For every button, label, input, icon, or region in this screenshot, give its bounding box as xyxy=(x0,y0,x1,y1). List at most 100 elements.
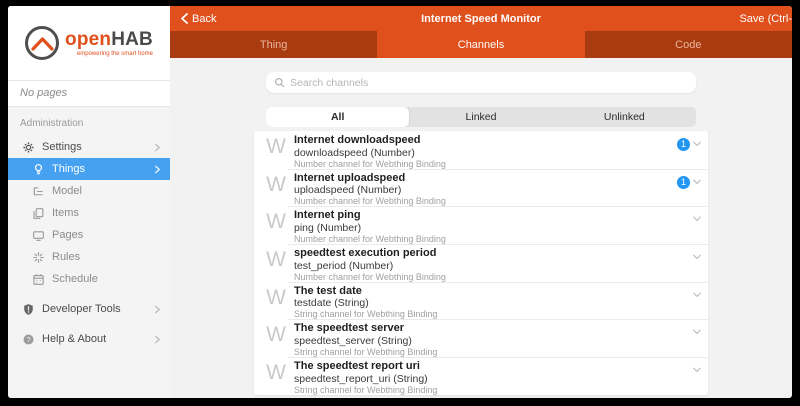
brand-tagline: empowering the smart home xyxy=(65,51,153,57)
monitor-icon xyxy=(32,229,45,242)
channel-texts: The speedtest report urispeedtest_report… xyxy=(290,360,692,395)
chevron-down-icon[interactable] xyxy=(692,252,702,262)
sidebar-item-settings[interactable]: Settings xyxy=(8,136,170,158)
search-bar[interactable] xyxy=(266,72,696,93)
channel-texts: The speedtest serverspeedtest_server (St… xyxy=(290,322,692,357)
chevron-down-icon[interactable] xyxy=(692,177,702,187)
shield-icon xyxy=(22,303,35,316)
channel-title: Internet ping xyxy=(294,209,692,222)
sidebar-item-label: Developer Tools xyxy=(42,303,146,315)
sidebar-item-model[interactable]: Model xyxy=(8,180,170,202)
content-area: AllLinkedUnlinked WInternet downloadspee… xyxy=(170,58,792,398)
channel-row-test-period[interactable]: Wspeedtest execution periodtest_period (… xyxy=(254,244,708,282)
channel-texts: speedtest execution periodtest_period (N… xyxy=(290,247,692,282)
channel-row-speedtest-server[interactable]: WThe speedtest serverspeedtest_server (S… xyxy=(254,319,708,357)
sidebar-item-items[interactable]: Items xyxy=(8,202,170,224)
page-title: Internet Speed Monitor xyxy=(170,13,792,25)
search-icon xyxy=(274,77,285,88)
channel-row-downloadspeed[interactable]: WInternet downloadspeeddownloadspeed (Nu… xyxy=(254,131,708,169)
channel-title: Internet downloadspeed xyxy=(294,134,677,147)
segment-unlinked[interactable]: Unlinked xyxy=(553,107,696,127)
channel-row-controls xyxy=(692,360,702,395)
channel-row-controls xyxy=(692,209,702,244)
sidebar-item-label: Model xyxy=(52,185,162,197)
sidebar-item-developer-tools[interactable]: Developer Tools xyxy=(8,298,170,320)
chevron-down-icon[interactable] xyxy=(692,327,702,337)
channel-binding-icon: W xyxy=(262,322,290,357)
channels-list: WInternet downloadspeeddownloadspeed (Nu… xyxy=(254,131,708,395)
channel-id: testdate (String) xyxy=(294,297,692,309)
channel-row-ping[interactable]: WInternet pingping (Number)Number channe… xyxy=(254,206,708,244)
no-pages-label: No pages xyxy=(8,80,170,107)
channel-binding-icon: W xyxy=(262,247,290,282)
chevron-down-icon[interactable] xyxy=(692,214,702,224)
save-button[interactable]: Save (Ctrl- xyxy=(739,13,792,25)
calendar-icon xyxy=(32,273,45,286)
topbar: Back Internet Speed Monitor Save (Ctrl- xyxy=(170,6,792,31)
linked-items-count-badge: 1 xyxy=(677,138,690,151)
chevron-right-icon xyxy=(153,335,162,344)
chevron-right-icon xyxy=(153,143,162,152)
channel-binding-icon: W xyxy=(262,209,290,244)
channel-title: speedtest execution period xyxy=(294,247,692,260)
channel-row-controls: 1 xyxy=(677,134,702,169)
link-filter-segmented-control: AllLinkedUnlinked xyxy=(266,107,696,127)
channel-row-controls xyxy=(692,322,702,357)
openhab-logo: openHAB empowering the smart home xyxy=(8,6,170,80)
channel-id: speedtest_report_uri (String) xyxy=(294,373,692,385)
channel-row-speedtest-report-uri[interactable]: WThe speedtest report urispeedtest_repor… xyxy=(254,357,708,395)
chevron-down-icon[interactable] xyxy=(692,365,702,375)
channel-title: The speedtest report uri xyxy=(294,360,692,373)
chevron-down-icon[interactable] xyxy=(692,290,702,300)
spark-icon xyxy=(32,251,45,264)
administration-section-label: Administration xyxy=(8,107,170,136)
bulb-icon xyxy=(32,163,45,176)
channel-texts: Internet downloadspeeddownloadspeed (Num… xyxy=(290,134,677,169)
channel-title: Internet uploadspeed xyxy=(294,172,677,185)
back-chevron-icon xyxy=(180,13,189,24)
app-window: openHAB empowering the smart home No pag… xyxy=(8,6,792,398)
segment-linked[interactable]: Linked xyxy=(409,107,552,127)
brand-open: open xyxy=(65,29,111,50)
channel-description: String channel for Webthing Binding xyxy=(294,385,692,395)
channel-row-testdate[interactable]: WThe test datetestdate (String)String ch… xyxy=(254,282,708,320)
sidebar-item-things[interactable]: Things xyxy=(8,158,170,180)
sidebar-item-label: Schedule xyxy=(52,273,162,285)
channel-row-controls xyxy=(692,285,702,320)
channel-id: ping (Number) xyxy=(294,222,692,234)
back-label: Back xyxy=(192,13,216,25)
back-button[interactable]: Back xyxy=(180,13,216,25)
main-panel: Back Internet Speed Monitor Save (Ctrl- … xyxy=(170,6,792,398)
help-icon: ? xyxy=(22,333,35,346)
tab-channels[interactable]: Channels xyxy=(377,31,584,58)
channel-texts: Internet uploadspeeduploadspeed (Number)… xyxy=(290,172,677,207)
search-input[interactable] xyxy=(290,77,688,89)
sidebar-item-rules[interactable]: Rules xyxy=(8,246,170,268)
channel-title: The test date xyxy=(294,285,692,298)
channel-title: The speedtest server xyxy=(294,322,692,335)
channel-row-controls: 1 xyxy=(677,172,702,207)
channel-texts: The test datetestdate (String)String cha… xyxy=(290,285,692,320)
channel-binding-icon: W xyxy=(262,285,290,320)
channel-row-controls xyxy=(692,247,702,282)
channel-binding-icon: W xyxy=(262,360,290,395)
tab-code[interactable]: Code xyxy=(585,31,792,58)
channel-binding-icon: W xyxy=(262,172,290,207)
chevron-down-icon[interactable] xyxy=(692,139,702,149)
sidebar-item-label: Help & About xyxy=(42,333,146,345)
chevron-right-icon xyxy=(153,165,162,174)
sidebar-item-help-about[interactable]: ? Help & About xyxy=(8,328,170,350)
channel-id: test_period (Number) xyxy=(294,260,692,272)
tab-thing[interactable]: Thing xyxy=(170,31,377,58)
sidebar: openHAB empowering the smart home No pag… xyxy=(8,6,170,398)
segment-all[interactable]: All xyxy=(266,107,409,127)
sidebar-item-label: Pages xyxy=(52,229,162,241)
channel-id: speedtest_server (String) xyxy=(294,335,692,347)
channel-row-uploadspeed[interactable]: WInternet uploadspeeduploadspeed (Number… xyxy=(254,169,708,207)
sidebar-item-schedule[interactable]: Schedule xyxy=(8,268,170,290)
sidebar-item-pages[interactable]: Pages xyxy=(8,224,170,246)
linked-items-count-badge: 1 xyxy=(677,176,690,189)
channel-id: uploadspeed (Number) xyxy=(294,184,677,196)
channel-binding-icon: W xyxy=(262,134,290,169)
channel-id: downloadspeed (Number) xyxy=(294,147,677,159)
